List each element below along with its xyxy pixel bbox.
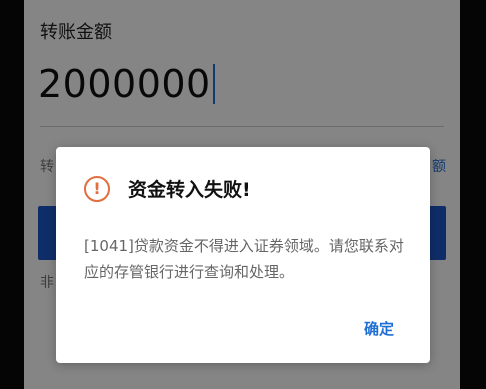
dialog-title-text: 资金转入失败! <box>128 179 251 201</box>
dialog-message: [1041]贷款资金不得进入证券领域。请您联系对应的存管银行进行查询和处理。 <box>84 237 404 281</box>
warning-icon: ! <box>84 175 110 202</box>
app-screen: 转账金额 2000000 转 额 非 ! 资金转入失败! [1041]贷款资金不… <box>0 0 486 389</box>
ok-button[interactable]: 确定 <box>364 318 394 339</box>
error-dialog: ! 资金转入失败! [1041]贷款资金不得进入证券领域。请您联系对应的存管银行… <box>56 147 430 363</box>
dialog-title: ! 资金转入失败! <box>84 175 251 202</box>
